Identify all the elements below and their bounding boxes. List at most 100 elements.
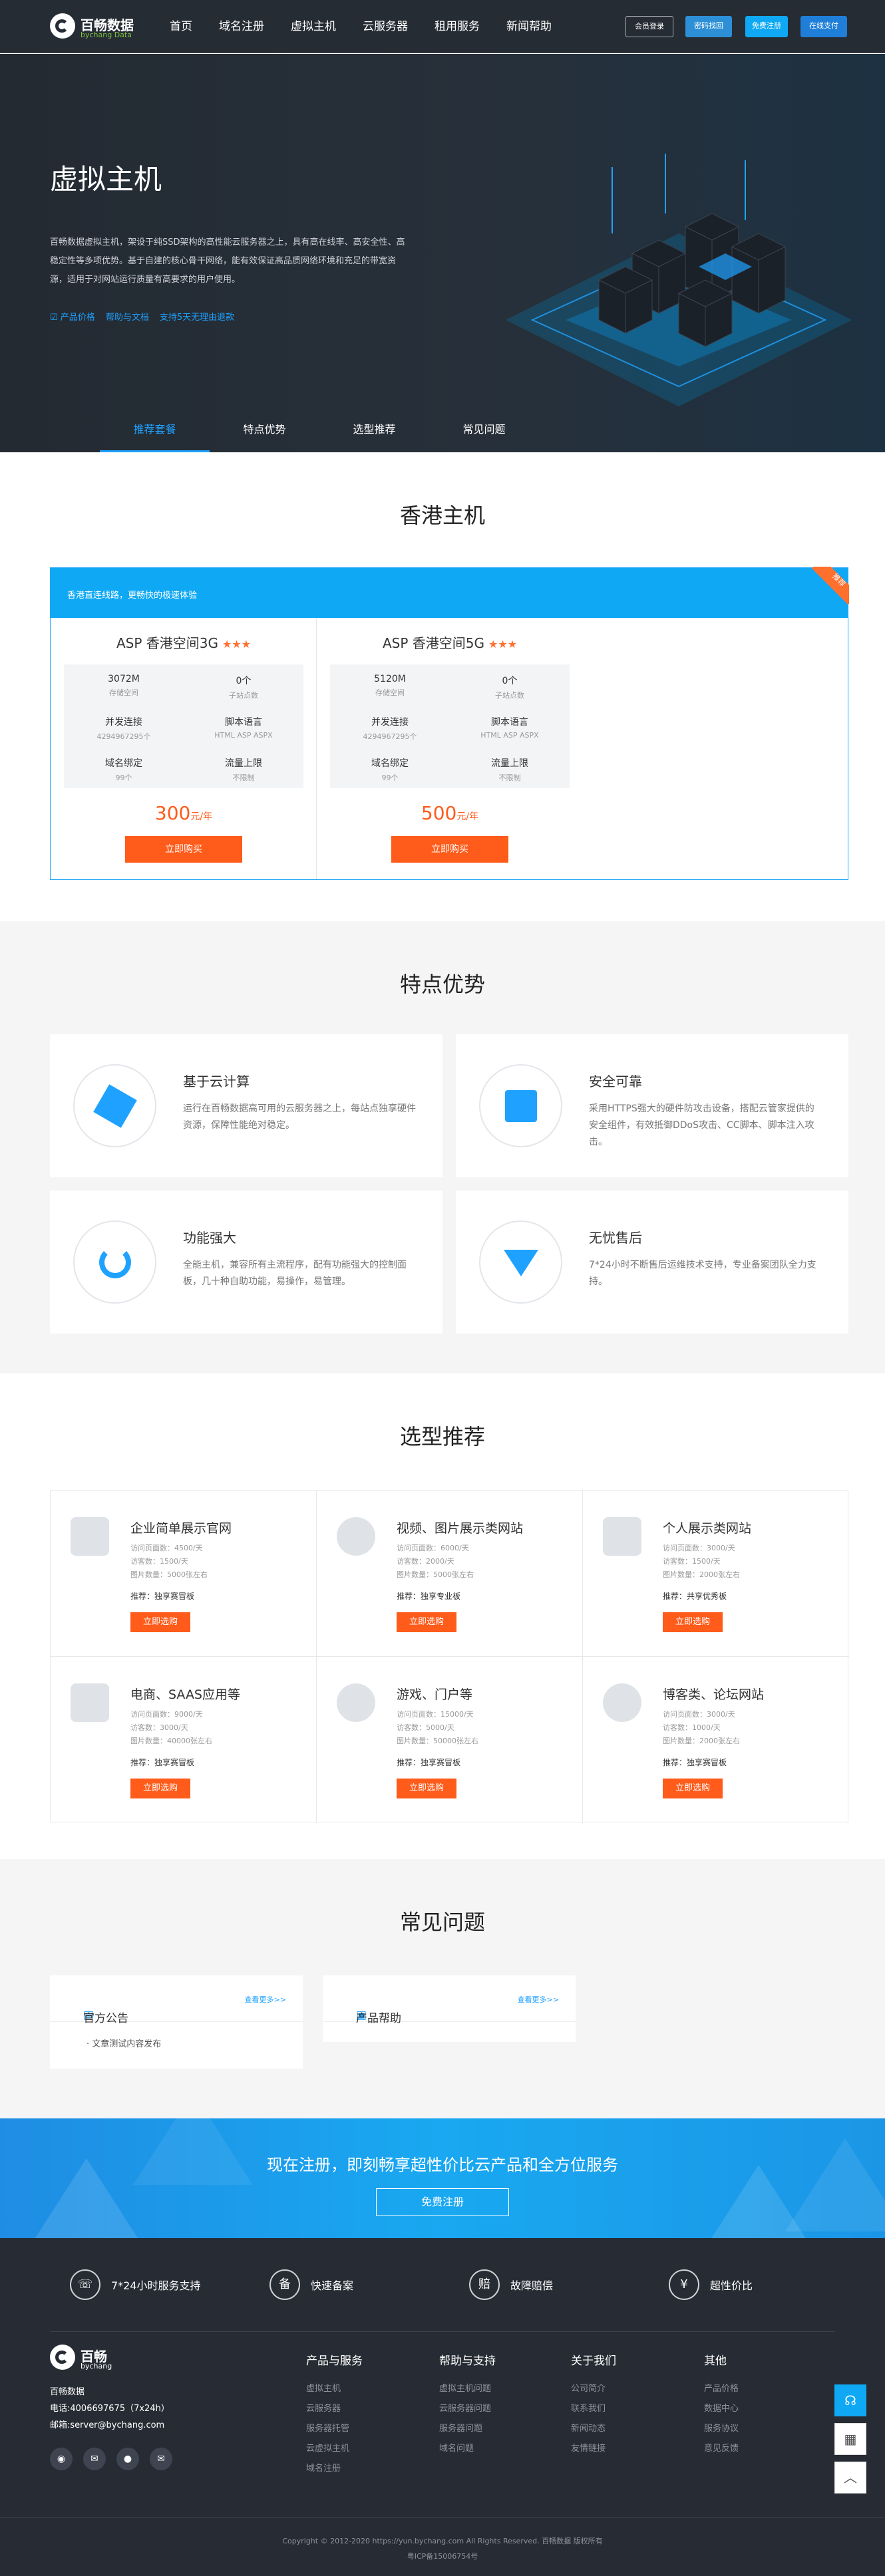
footer-link[interactable]: 域名注册	[306, 2461, 341, 2474]
recommend-stat: 访客数：3000/天	[130, 1723, 188, 1732]
hero-feature-docs[interactable]: 帮助与文档	[106, 310, 149, 323]
footer-link[interactable]: 友情链接	[571, 2441, 606, 2454]
recommend-plan: 推荐：共享优秀板	[663, 1592, 727, 1601]
feature-title: 安全可靠	[589, 1073, 642, 1089]
yen-icon: ¥	[669, 2269, 699, 2300]
footer-link[interactable]: 新闻动态	[571, 2421, 606, 2434]
nav-home[interactable]: 首页	[156, 0, 206, 53]
footer-link[interactable]: 服务器问题	[439, 2421, 482, 2434]
recommend-card-title: 博客类、论坛网站	[663, 1687, 765, 1702]
footer-link[interactable]: 云服务器问题	[439, 2401, 491, 2414]
recommend-plan: 推荐：独享赛冒板	[130, 1758, 195, 1767]
free-register-button[interactable]: 免费注册	[376, 2188, 509, 2216]
footer-phone: 电话:4006697675（7x24h）	[50, 2404, 170, 2414]
register-button[interactable]: 免费注册	[745, 16, 788, 37]
buy-now-button[interactable]: 立即购买	[125, 836, 242, 863]
customer-service-icon[interactable]: ☊	[834, 2384, 866, 2416]
icp-number[interactable]: 粤ICP备15006754号	[0, 2551, 885, 2561]
more-link[interactable]: 查看更多>>	[245, 1994, 286, 2005]
footer-link[interactable]: 意见反馈	[704, 2441, 739, 2454]
spec-cell: 5120M 存储空间	[374, 674, 406, 697]
tab-features[interactable]: 特点优势	[210, 413, 319, 452]
find-password-button[interactable]: 密码找回	[685, 16, 732, 37]
spec-cell: 域名绑定 99个	[105, 758, 142, 782]
weibo-icon[interactable]: ◉	[50, 2448, 73, 2470]
qr-code-icon[interactable]: ▦	[834, 2423, 866, 2455]
footer-col-products: 产品与服务	[306, 2355, 363, 2368]
tab-faq[interactable]: 常见问题	[429, 413, 539, 452]
nav-cloud[interactable]: 云服务器	[349, 0, 421, 53]
recommend-card-title: 视频、图片展示类网站	[397, 1521, 524, 1536]
section-tabs: 推荐套餐 特点优势 选型推荐 常见问题	[100, 413, 539, 452]
footer-link[interactable]: 数据中心	[704, 2401, 739, 2414]
recommend-stat: 访问页面数：15000/天	[397, 1710, 474, 1719]
spec-cell: 域名绑定 99个	[371, 758, 409, 782]
recommend-stat: 图片数量：2000张左右	[663, 1570, 740, 1579]
select-buy-button[interactable]: 立即选购	[397, 1779, 456, 1798]
feature-card: 安全可靠 采用HTTPS强大的硬件防攻击设备，搭配云管家提供的安全组件，有效抵御…	[456, 1034, 848, 1177]
wechat-icon[interactable]: ✉	[83, 2448, 106, 2470]
footer-link[interactable]: 联系我们	[571, 2401, 606, 2414]
spec-cell: 3072M 存储空间	[108, 674, 140, 697]
plan-price: 500元/年	[421, 802, 479, 824]
faq-title: 常见问题	[399, 1910, 485, 1935]
footer-link[interactable]: 公司简介	[571, 2381, 606, 2394]
qq-icon[interactable]: ●	[116, 2448, 139, 2470]
site-logo[interactable]: 百畅数据 bychang Data	[50, 13, 136, 40]
triangle-support-icon	[479, 1220, 562, 1304]
buy-now-button[interactable]: 立即购买	[391, 836, 508, 863]
nav-news[interactable]: 新闻帮助	[493, 0, 565, 53]
feature-title: 功能强大	[183, 1230, 236, 1246]
hk-section-title: 香港主机	[399, 503, 485, 528]
select-buy-button[interactable]: 立即选购	[130, 1779, 190, 1798]
loading-ring-icon	[603, 1683, 641, 1722]
nav-domain[interactable]: 域名注册	[206, 0, 277, 53]
news-item[interactable]: · 文章测试内容发布	[87, 2037, 161, 2049]
footer-link[interactable]: 虚拟主机问题	[439, 2381, 491, 2394]
recommend-card: 个人展示类网站 访问页面数：3000/天 访客数：1500/天 图片数量：200…	[583, 1491, 849, 1657]
copyright: Copyright © 2012-2020 https://yun.bychan…	[282, 2537, 603, 2545]
tab-recommended-plans[interactable]: 推荐套餐	[100, 413, 210, 452]
plan-name: ASP 香港空间5G ★★★	[382, 635, 518, 651]
service-compensation: 赔故障赔偿	[469, 2258, 553, 2311]
footer-link[interactable]: 产品价格	[704, 2381, 739, 2394]
footer-link[interactable]: 服务器托管	[306, 2421, 349, 2434]
spec-cell: 流量上限 不限制	[491, 758, 528, 782]
footer-link[interactable]: 域名问题	[439, 2441, 474, 2454]
phone-icon: ☏	[70, 2269, 100, 2300]
recommend-stat: 访客数：1000/天	[663, 1723, 721, 1732]
pay-button[interactable]: 在线支付	[800, 16, 847, 37]
select-buy-button[interactable]: 立即选购	[130, 1612, 190, 1632]
hero-feature-refund[interactable]: 支持5天无理由退款	[160, 310, 234, 323]
back-to-top-icon[interactable]: ︿	[834, 2462, 866, 2494]
recommend-card-title: 电商、SAAS应用等	[130, 1687, 240, 1702]
product-help-head: ▣ 产品帮助 查看更多>>	[323, 1975, 576, 2025]
footer-link[interactable]: 服务协议	[704, 2421, 739, 2434]
spec-cell: 并发连接 4294967295个	[96, 717, 151, 741]
recommend-stat: 图片数量：2000张左右	[663, 1737, 740, 1745]
select-buy-button[interactable]: 立即选购	[663, 1612, 723, 1632]
credit-card-icon	[71, 1683, 109, 1722]
footer-link[interactable]: 云虚拟主机	[306, 2441, 349, 2454]
feature-card: 无忧售后 7*24小时不断售后运维技术支持，专业备案团队全力支持。	[456, 1191, 848, 1334]
tab-selection[interactable]: 选型推荐	[319, 413, 429, 452]
login-button[interactable]: 会员登录	[625, 16, 673, 37]
feature-card: 基于云计算 运行在百畅数据高可用的云服务器之上，每站点独享硬件资源，保障性能绝对…	[50, 1034, 442, 1177]
select-buy-button[interactable]: 立即选购	[397, 1612, 456, 1632]
plan-card: ASP 香港空间3G ★★★ 3072M 存储空间 0个 子站点数 并发连接 42949…	[51, 618, 317, 879]
footer-link[interactable]: 虚拟主机	[306, 2381, 341, 2394]
nav-rent[interactable]: 租用服务	[421, 0, 493, 53]
select-buy-button[interactable]: 立即选购	[663, 1779, 723, 1798]
logo-mark-icon	[50, 13, 75, 39]
footer-logo[interactable]: 百畅 bychang	[50, 2345, 150, 2374]
more-link[interactable]: 查看更多>>	[518, 1994, 559, 2005]
check-icon: ☑	[50, 313, 61, 323]
building-icon	[71, 1517, 109, 1556]
register-cta-banner: 现在注册，即刻畅享超性价比云产品和全方位服务 免费注册	[0, 2118, 885, 2238]
footer-link[interactable]: 云服务器	[306, 2401, 341, 2414]
hero-feature-price[interactable]: ☑ 产品价格	[50, 310, 95, 323]
mail-icon[interactable]: ✉	[150, 2448, 172, 2470]
nav-vhost[interactable]: 虚拟主机	[277, 0, 349, 53]
spec-cell: 脚本语言 HTML ASP ASPX	[214, 717, 273, 740]
recommend-card: 游戏、门户等 访问页面数：15000/天 访客数：5000/天 图片数量：500…	[317, 1657, 583, 1823]
